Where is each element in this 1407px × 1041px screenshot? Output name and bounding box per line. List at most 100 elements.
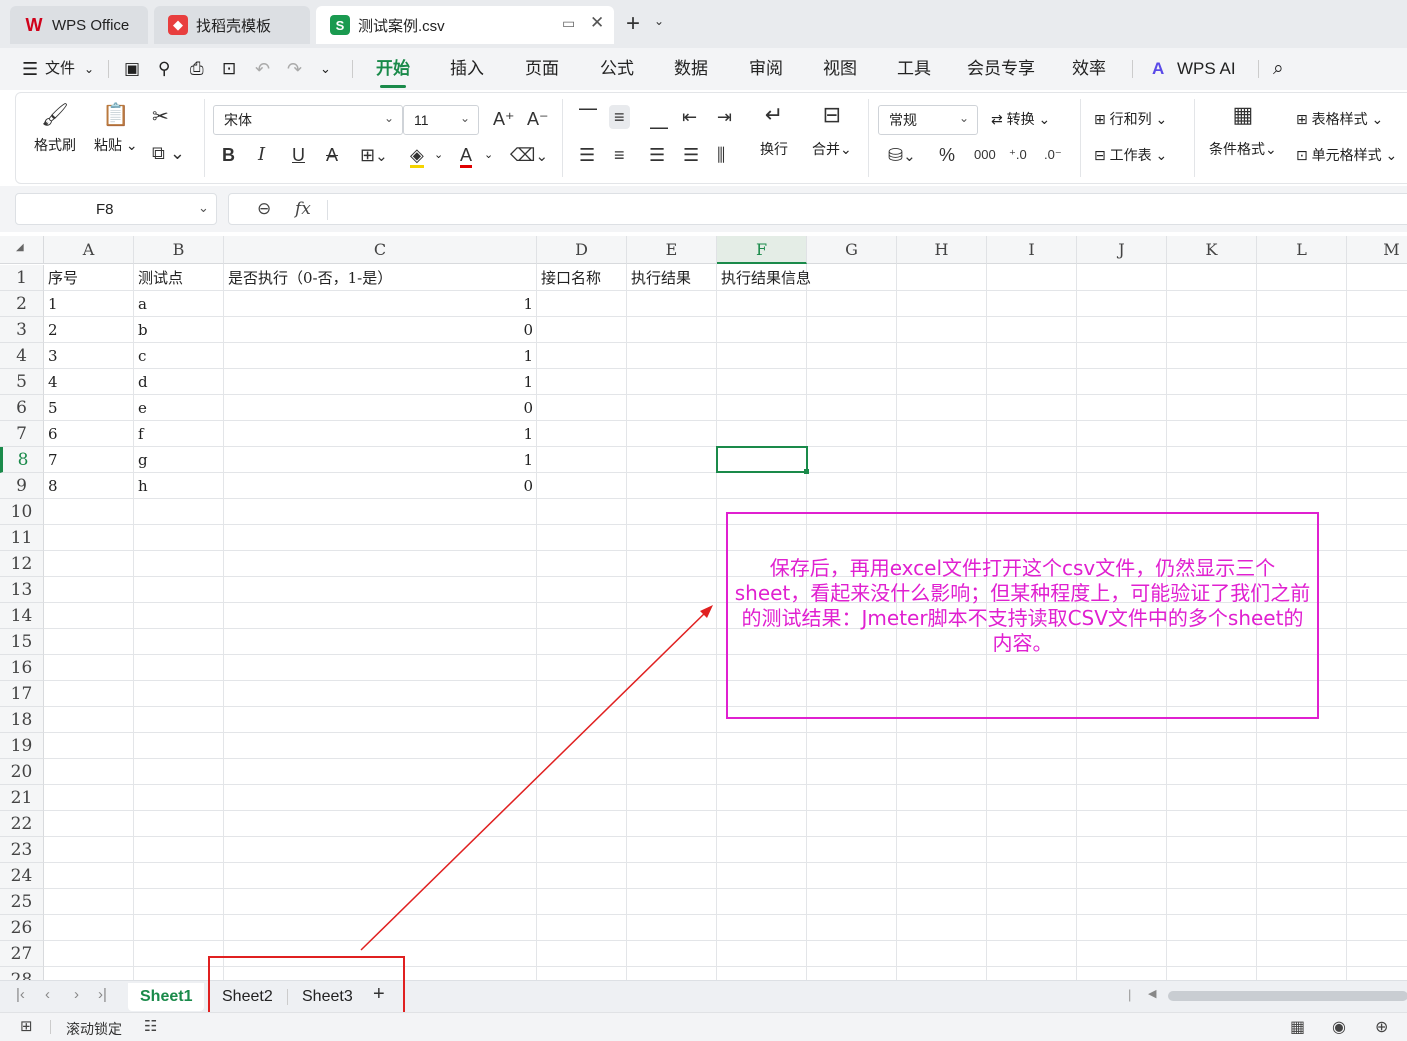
cell-a9[interactable]: 8 [44,473,134,499]
thousands-icon[interactable]: 000 [974,145,996,165]
align-bottom-icon[interactable]: ⎽ [650,109,668,129]
cell-d1[interactable]: 接口名称 [537,265,627,291]
cell-a4[interactable]: 3 [44,343,134,369]
row-header-28[interactable]: 28 [0,967,44,980]
column-header-d[interactable]: D [537,236,627,264]
row-header-13[interactable]: 13 [0,577,44,603]
close-icon[interactable]: ✕ [590,13,604,33]
indent-increase-icon[interactable]: ⇥ [717,107,732,127]
paste-button[interactable]: 📋 粘贴 ⌄ [94,104,138,155]
scroll-lock-status[interactable]: 滚动锁定 [66,1019,122,1039]
cell-a7[interactable]: 6 [44,421,134,447]
tab-review[interactable]: 审阅 [749,48,783,90]
row-header-18[interactable]: 18 [0,707,44,733]
next-sheet-icon[interactable]: › [74,986,79,1003]
row-header-1[interactable]: 1 [0,265,44,291]
column-header-h[interactable]: H [897,236,987,264]
row-header-19[interactable]: 19 [0,733,44,759]
eye-protection-icon[interactable]: ◉ [1332,1017,1346,1037]
tab-member[interactable]: 会员专享 [967,48,1035,90]
fill-handle[interactable] [804,469,809,474]
fx-icon[interactable]: fx [295,199,311,219]
align-top-icon[interactable]: ⎺ [579,107,597,127]
row-header-14[interactable]: 14 [0,603,44,629]
bold-icon[interactable]: B [222,145,235,165]
eraser-icon[interactable]: ⌫⌄ [510,145,548,167]
cut-icon[interactable]: ✂ [152,107,169,127]
search-icon[interactable]: ⌕ [1273,48,1284,90]
row-header-8[interactable]: 8 [0,447,44,473]
distributed-icon[interactable]: ⫼ [717,145,725,165]
row-header-9[interactable]: 9 [0,473,44,499]
row-header-15[interactable]: 15 [0,629,44,655]
increase-font-icon[interactable]: A⁺ [493,109,515,129]
font-name-select[interactable]: 宋体 ⌄ [213,105,403,135]
print-icon[interactable]: ⎙ [190,48,204,90]
strikethrough-icon[interactable]: A [326,145,338,165]
cell-a3[interactable]: 2 [44,317,134,343]
row-header-22[interactable]: 22 [0,811,44,837]
cell-b8[interactable]: g [134,447,224,473]
cell-b1[interactable]: 测试点 [134,265,224,291]
chevron-down-icon[interactable]: ⌄ [320,48,331,90]
row-header-26[interactable]: 26 [0,915,44,941]
screen-icon[interactable]: ▭ [562,15,575,32]
save-icon[interactable]: ▣ [124,48,140,90]
column-header-j[interactable]: J [1077,236,1167,264]
cell-b3[interactable]: b [134,317,224,343]
file-menu[interactable]: 文件 [45,48,75,90]
italic-icon[interactable]: I [258,145,265,165]
chevron-down-icon[interactable]: ⌄ [84,48,94,90]
row-header-23[interactable]: 23 [0,837,44,863]
cell-c8[interactable]: 1 [224,447,537,473]
column-header-g[interactable]: G [807,236,897,264]
notes-icon[interactable]: ☷ [144,1017,157,1035]
cell-c7[interactable]: 1 [224,421,537,447]
tab-test-csv[interactable]: S 测试案例.csv ▭ ✕ [316,6,614,44]
cell-f1[interactable]: 执行结果信息 [717,265,811,291]
cell-a2[interactable]: 1 [44,291,134,317]
cell-b5[interactable]: d [134,369,224,395]
normal-view-icon[interactable]: ▦ [1290,1017,1305,1037]
conditional-format-button[interactable]: ▦ 条件格式⌄ [1209,104,1277,159]
cell-c9[interactable]: 0 [224,473,537,499]
prev-sheet-icon[interactable]: ‹ [45,986,50,1003]
cell-c1[interactable]: 是否执行（0-否，1-是） [224,265,537,291]
share-icon[interactable]: ⚲ [158,48,170,90]
tab-home[interactable]: 开始 [376,48,410,90]
row-header-10[interactable]: 10 [0,499,44,525]
column-header-b[interactable]: B [134,236,224,264]
cell-b9[interactable]: h [134,473,224,499]
name-box[interactable]: F8 ⌄ [15,193,217,225]
chevron-down-icon[interactable]: ⌄ [654,14,664,28]
tab-tools[interactable]: 工具 [897,48,931,90]
column-header-l[interactable]: L [1257,236,1347,264]
tab-insert[interactable]: 插入 [450,48,484,90]
decrease-font-icon[interactable]: A⁻ [527,109,549,129]
underline-icon[interactable]: U [292,145,305,165]
tab-page[interactable]: 页面 [525,48,559,90]
cell-b7[interactable]: f [134,421,224,447]
cell-b6[interactable]: e [134,395,224,421]
align-right-icon[interactable]: ☰ [649,145,665,165]
cell-style-button[interactable]: ⊡ 单元格样式 ⌄ [1296,145,1397,165]
row-header-17[interactable]: 17 [0,681,44,707]
font-color-icon[interactable]: A [460,145,473,168]
fill-color-icon[interactable]: ◈ [410,145,424,168]
row-header-12[interactable]: 12 [0,551,44,577]
redo-icon[interactable]: ↷ [287,48,302,90]
sheet-tab-sheet1[interactable]: Sheet1 [128,983,205,1011]
merge-button[interactable]: ⊟ 合并⌄ [812,104,852,159]
increase-decimal-icon[interactable]: ⁺.0 [1009,145,1027,165]
align-left-icon[interactable]: ☰ [579,145,595,165]
column-header-a[interactable]: A [44,236,134,264]
worksheet-button[interactable]: ⊟ 工作表 ⌄ [1094,145,1167,165]
row-header-4[interactable]: 4 [0,343,44,369]
cell-b2[interactable]: a [134,291,224,317]
wps-ai-button[interactable]: WPS AI [1177,48,1236,90]
tab-docer-templates[interactable]: ◆ 找稻壳模板 [154,6,310,44]
tab-formula[interactable]: 公式 [600,48,634,90]
wrap-text-button[interactable]: ↵ 换行 [760,104,788,159]
cell-e1[interactable]: 执行结果 [627,265,717,291]
row-header-21[interactable]: 21 [0,785,44,811]
